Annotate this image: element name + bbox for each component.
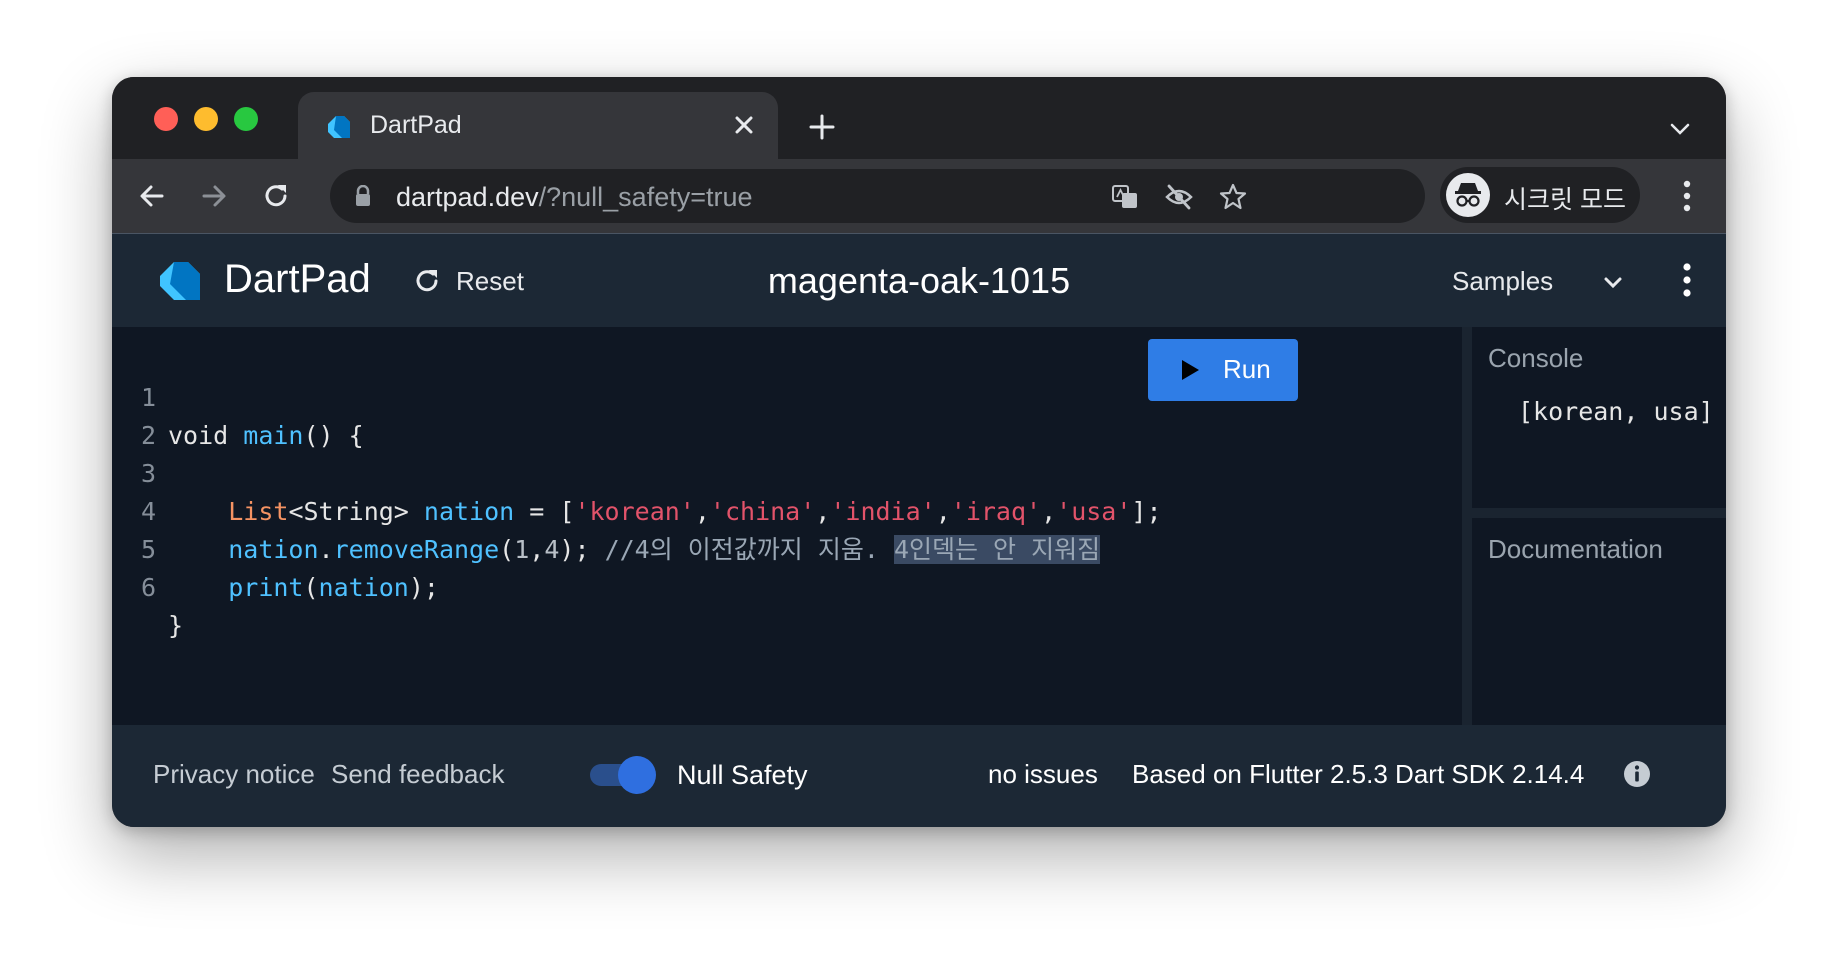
new-tab-icon[interactable]	[806, 111, 838, 143]
panel-splitter-horizontal[interactable]	[1472, 508, 1726, 518]
zoom-window-button[interactable]	[234, 107, 258, 131]
issues-status[interactable]: no issues	[988, 759, 1098, 790]
chrome-menu-icon[interactable]	[1682, 179, 1692, 213]
line-number: 6	[140, 573, 156, 602]
code-editor[interactable]: 1 void main() { 2 3 List<String> nation …	[112, 327, 1462, 725]
panel-splitter-vertical[interactable]	[1462, 327, 1472, 725]
dart-favicon-icon	[328, 116, 350, 138]
translate-icon[interactable]	[1110, 182, 1140, 212]
url-text[interactable]: dartpad.dev/?null_safety=true	[396, 182, 753, 213]
dartpad-menu-icon[interactable]	[1682, 262, 1692, 298]
console-heading: Console	[1488, 343, 1584, 373]
code-line[interactable]: 6 }	[112, 531, 1462, 640]
null-safety-toggle[interactable]	[590, 756, 656, 794]
send-feedback-link[interactable]: Send feedback	[331, 759, 504, 790]
console-panel: Console [korean, usa]	[1472, 327, 1726, 508]
info-icon[interactable]	[1622, 759, 1652, 789]
code-line[interactable]: 3 List<String> nation = ['korean','china…	[112, 417, 1462, 526]
documentation-heading: Documentation	[1488, 534, 1663, 564]
incognito-icon	[1446, 173, 1490, 217]
privacy-notice-link[interactable]: Privacy notice	[153, 759, 315, 790]
documentation-panel: Documentation	[1472, 518, 1726, 725]
console-output: [korean, usa]	[1518, 397, 1714, 426]
toggle-knob	[618, 756, 656, 794]
incognito-profile-button[interactable]: 시크릿 모드	[1440, 167, 1640, 223]
close-tab-icon[interactable]	[730, 111, 758, 139]
code-line[interactable]: 4 nation.removeRange(1,4); //4의 이전값까지 지움…	[112, 455, 1462, 564]
star-icon[interactable]	[1218, 182, 1248, 212]
browser-toolbar: dartpad.dev/?null_safety=true 시크릿 모드	[112, 159, 1726, 233]
forward-icon[interactable]	[198, 180, 230, 212]
profile-label: 시크릿 모드	[1504, 186, 1626, 214]
eye-off-icon[interactable]	[1164, 182, 1194, 212]
reload-icon[interactable]	[260, 180, 292, 212]
title-bar: DartPad	[112, 77, 1726, 159]
dartpad-footer: Privacy notice Send feedback Null Safety…	[112, 725, 1726, 827]
tab-search-chevron-icon[interactable]	[1668, 117, 1692, 141]
back-icon[interactable]	[136, 180, 168, 212]
code-line[interactable]: 5 print(nation);	[112, 493, 1462, 602]
tab-title: DartPad	[370, 111, 462, 139]
close-window-button[interactable]	[154, 107, 178, 131]
samples-label: Samples	[1452, 266, 1554, 296]
dartpad-header: DartPad Reset magenta-oak-1015 Samples	[112, 233, 1726, 327]
run-label: Run	[1223, 354, 1271, 384]
null-safety-label: Null Safety	[677, 760, 808, 790]
sdk-version-info: Based on Flutter 2.5.3 Dart SDK 2.14.4	[1132, 759, 1585, 789]
chevron-down-icon	[1604, 277, 1622, 289]
lock-icon[interactable]	[354, 185, 372, 207]
minimize-window-button[interactable]	[194, 107, 218, 131]
play-icon	[1182, 360, 1199, 380]
address-bar[interactable]: dartpad.dev/?null_safety=true	[330, 169, 1425, 223]
browser-window: DartPad dartpad.dev/?null_safety=true 시크…	[112, 77, 1726, 827]
browser-tab[interactable]: DartPad	[298, 92, 778, 159]
run-button[interactable]: Run	[1148, 339, 1298, 401]
